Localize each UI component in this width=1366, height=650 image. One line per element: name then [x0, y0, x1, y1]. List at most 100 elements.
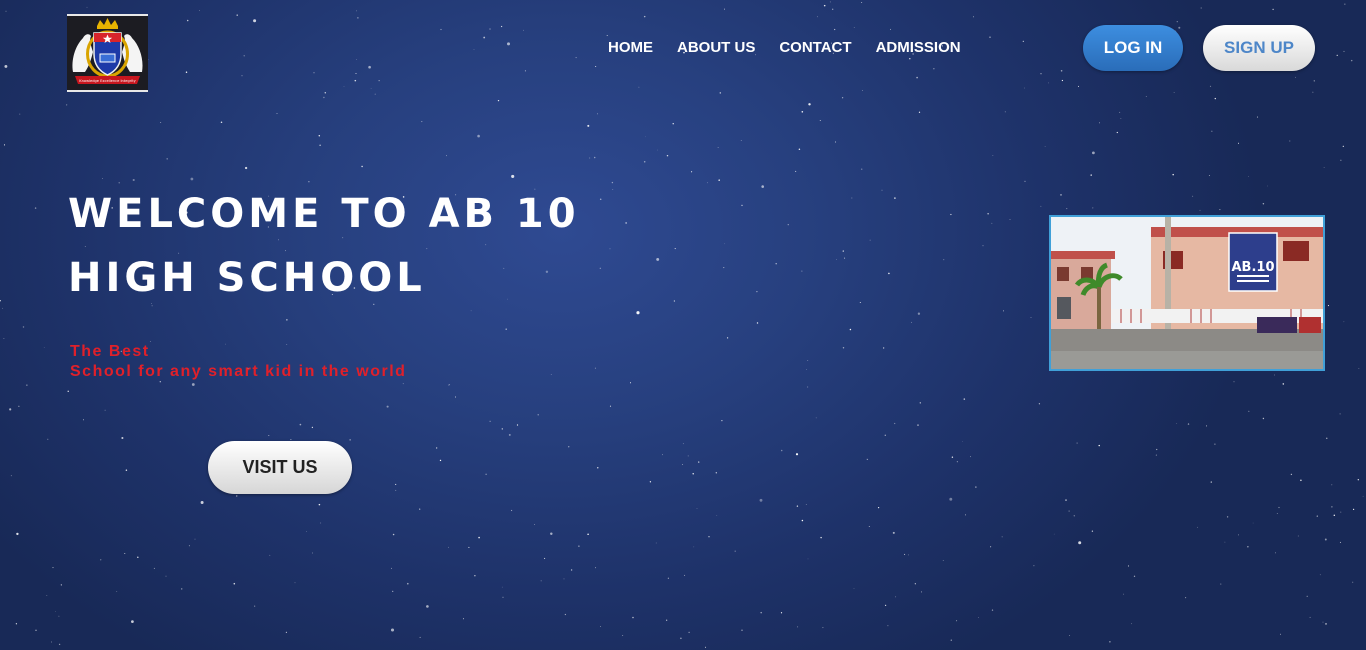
star [501, 428, 503, 430]
star [684, 574, 686, 576]
star [724, 243, 726, 245]
star [51, 641, 52, 643]
star [719, 92, 722, 94]
star [796, 505, 799, 507]
star [1252, 522, 1254, 524]
star [1300, 479, 1302, 482]
star [1068, 510, 1070, 512]
star [188, 545, 190, 547]
star [1297, 535, 1299, 537]
star [834, 28, 836, 31]
star [1262, 417, 1265, 420]
star [877, 506, 880, 509]
nav-about-us[interactable]: ABOUT US [677, 39, 755, 56]
star [200, 501, 204, 504]
star [564, 613, 567, 616]
star [1319, 574, 1321, 576]
star [861, 90, 863, 92]
star [165, 575, 167, 577]
nav-contact[interactable]: CONTACT [779, 39, 851, 56]
school-crest-icon: Knowledge Excellence Integrity [67, 16, 148, 90]
star [801, 270, 803, 272]
star [807, 386, 809, 388]
star [318, 135, 321, 137]
star [1344, 3, 1346, 5]
nav-admission[interactable]: ADMISSION [876, 39, 961, 56]
star [962, 441, 963, 442]
star [5, 10, 7, 12]
star [861, 1, 863, 3]
star [715, 472, 717, 474]
star [477, 134, 480, 138]
star [386, 405, 389, 408]
star [436, 447, 438, 449]
star [1065, 499, 1067, 501]
star [693, 546, 695, 548]
star [805, 504, 807, 505]
star [1350, 59, 1353, 62]
star [726, 337, 729, 339]
star [682, 463, 684, 465]
star [756, 322, 759, 324]
star [1053, 533, 1055, 535]
star [696, 508, 698, 509]
star [1272, 8, 1274, 11]
tagline-line2: School for any smart kid in the world [70, 363, 407, 380]
star [1173, 92, 1175, 93]
star [1208, 175, 1210, 176]
star [1333, 514, 1336, 517]
star [991, 609, 994, 611]
star [1238, 534, 1239, 536]
star [153, 567, 155, 569]
star [185, 71, 188, 73]
star [1127, 565, 1130, 567]
tagline-line1: The Best [70, 343, 150, 360]
star [666, 619, 668, 621]
star [52, 567, 54, 569]
star [390, 628, 395, 632]
star [1109, 641, 1111, 643]
star [612, 188, 614, 190]
star [421, 121, 423, 123]
star [943, 259, 945, 261]
star [1077, 85, 1080, 87]
star [104, 409, 106, 411]
star [361, 165, 363, 168]
star [638, 86, 640, 88]
star [718, 179, 720, 181]
star [392, 590, 394, 593]
star [100, 559, 102, 561]
star [1214, 443, 1216, 445]
star [58, 615, 60, 617]
star [35, 629, 37, 631]
star [835, 141, 837, 143]
star [741, 204, 743, 207]
signup-button[interactable]: SIGN UP [1203, 25, 1315, 71]
star [540, 580, 542, 582]
star [1119, 111, 1121, 113]
nav-home[interactable]: HOME [608, 39, 653, 56]
school-logo[interactable]: Knowledge Excellence Integrity [67, 14, 148, 92]
star [534, 524, 536, 525]
star [66, 104, 68, 106]
star [505, 328, 507, 330]
star [60, 584, 62, 586]
star [568, 446, 570, 448]
star [587, 124, 590, 127]
star [1069, 635, 1071, 637]
star [419, 508, 421, 510]
star [853, 588, 855, 589]
login-button[interactable]: LOG IN [1083, 25, 1183, 71]
star [22, 326, 25, 328]
star [570, 569, 573, 571]
star [355, 73, 357, 74]
star [636, 311, 640, 315]
star [884, 434, 886, 436]
star [829, 1, 831, 3]
star [419, 636, 421, 638]
star [180, 588, 183, 590]
star [426, 605, 429, 608]
star [131, 620, 134, 623]
visit-us-button[interactable]: VISIT US [208, 441, 352, 494]
star [600, 626, 601, 627]
